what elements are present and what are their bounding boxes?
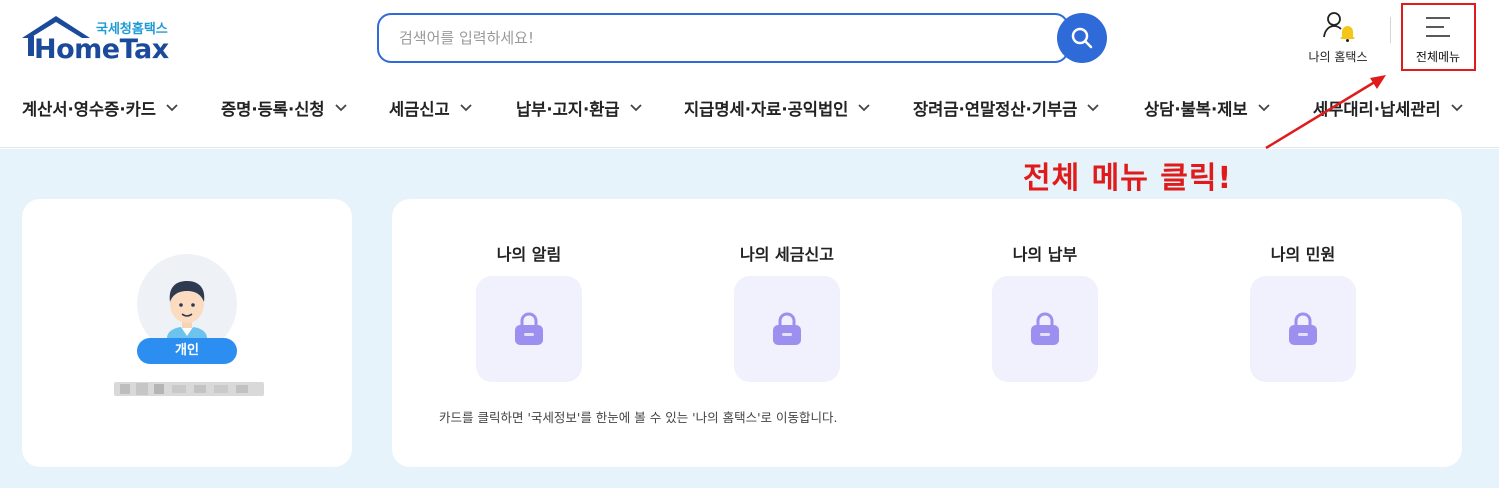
chevron-down-icon (629, 104, 642, 112)
search-icon (1071, 27, 1093, 49)
nav-item-certificate[interactable]: 증명·등록·신청 (221, 90, 347, 126)
user-type-badge: 개인 (137, 338, 237, 364)
nav-item-label: 세금신고 (389, 100, 450, 119)
hometax-logo[interactable]: 국세청홈택스 HomeTax (22, 14, 177, 65)
profile-card: 개인 (22, 199, 352, 467)
annotation-arrow (1265, 75, 1386, 150)
tile-my-civil-petition[interactable]: 나의 민원 (1223, 241, 1383, 391)
nav-item-invoice[interactable]: 계산서·영수증·카드 (22, 90, 178, 126)
all-menu-label: 전체메뉴 (1415, 50, 1461, 64)
hamburger-menu-icon (1426, 17, 1450, 37)
all-menu-button[interactable]: 전체메뉴 (1401, 3, 1476, 71)
tile-title: 나의 알림 (496, 245, 562, 264)
lock-icon (773, 312, 801, 345)
tile-title: 나의 민원 (1270, 245, 1336, 264)
nav-item-label: 지급명세·자료·공익법인 (684, 100, 849, 119)
nav-item-tax-filing[interactable]: 세금신고 (389, 90, 472, 126)
nav-item-label: 계산서·영수증·카드 (22, 100, 156, 119)
nav-item-label: 납부·고지·환급 (516, 100, 620, 119)
nav-item-consultation[interactable]: 상담·불복·제보 (1144, 90, 1270, 126)
summary-note: 카드를 클릭하면 '국세정보'를 한눈에 볼 수 있는 '나의 홈택스'로 이동… (439, 410, 838, 425)
nav-item-incentive[interactable]: 장려금·연말정산·기부금 (913, 90, 1099, 126)
nav-item-label: 장려금·연말정산·기부금 (913, 100, 1078, 119)
annotation-text: 전체 메뉴 클릭! (1023, 161, 1233, 196)
search-button[interactable] (1057, 13, 1107, 63)
tile-my-payment[interactable]: 나의 납부 (965, 241, 1125, 391)
chevron-down-icon (858, 104, 870, 112)
my-hometax-label: 나의 홈택스 (1308, 50, 1368, 64)
nav-item-payment[interactable]: 납부·고지·환급 (516, 90, 642, 126)
search-box (377, 13, 1069, 63)
nav-item-label: 상담·불복·제보 (1144, 100, 1248, 119)
lock-icon (515, 312, 543, 345)
tile-title: 나의 세금신고 (740, 245, 834, 264)
lock-icon (1031, 312, 1059, 345)
tile-box (476, 276, 582, 382)
logo-title: HomeTax (34, 34, 169, 65)
tile-title: 나의 납부 (1012, 245, 1078, 264)
tile-my-tax-filing[interactable]: 나의 세금신고 (707, 241, 867, 391)
tile-my-notifications[interactable]: 나의 알림 (449, 241, 609, 391)
chevron-down-icon (1087, 104, 1099, 112)
tile-box (992, 276, 1098, 382)
header-divider (1390, 17, 1391, 43)
main-content: 개인 나의 알림 나의 세금신고 나의 납부 나의 민원 카드를 클릭하면 '국… (0, 149, 1499, 488)
chevron-down-icon (166, 104, 178, 112)
chevron-down-icon (334, 104, 347, 112)
tile-box (1250, 276, 1356, 382)
chevron-down-icon (460, 104, 472, 112)
my-summary-card: 나의 알림 나의 세금신고 나의 납부 나의 민원 카드를 클릭하면 '국세정보… (392, 199, 1462, 467)
my-hometax-button[interactable]: 나의 홈택스 (1296, 10, 1380, 70)
search-input[interactable] (399, 25, 1039, 51)
tile-box (734, 276, 840, 382)
chevron-down-icon (1451, 104, 1463, 112)
lock-icon (1289, 312, 1317, 345)
nav-item-payment-statement[interactable]: 지급명세·자료·공익법인 (684, 90, 870, 126)
blurred-user-name (114, 382, 264, 396)
user-bell-icon (1323, 12, 1355, 42)
nav-item-label: 증명·등록·신청 (221, 100, 325, 119)
